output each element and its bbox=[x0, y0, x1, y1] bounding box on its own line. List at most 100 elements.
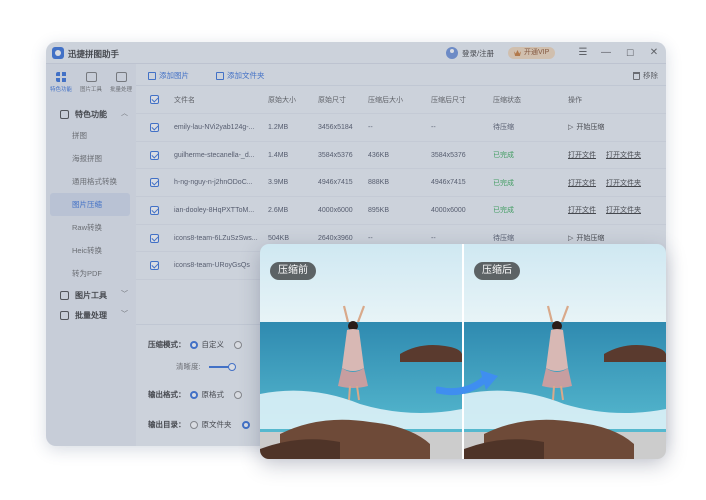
sidebar-item-raw[interactable]: Raw转换 bbox=[46, 216, 136, 239]
after-badge: 压缩后 bbox=[474, 262, 520, 280]
trash-icon bbox=[633, 71, 640, 80]
header-compressed-dims: 压缩后尺寸 bbox=[431, 96, 466, 104]
sidebar-item-heic[interactable]: Heic转换 bbox=[46, 239, 136, 262]
format-label: 输出格式： bbox=[148, 390, 186, 399]
top-nav: 特色功能 图片工具 批量处理 bbox=[46, 64, 136, 104]
row-checkbox[interactable] bbox=[150, 205, 159, 215]
after-pane: 压缩后 bbox=[464, 244, 666, 459]
user-icon bbox=[446, 47, 458, 59]
format-row: 输出格式： 原格式 bbox=[148, 389, 242, 400]
nav-label: 批量处理 bbox=[109, 87, 132, 93]
section-label: 批量处理 bbox=[75, 310, 107, 320]
sidebar-item-format-convert[interactable]: 通用格式转换 bbox=[46, 170, 136, 193]
row-checkbox[interactable] bbox=[150, 233, 159, 243]
header-original-dims: 原始尺寸 bbox=[318, 96, 346, 104]
cell-compressed-size: 436KB bbox=[368, 151, 390, 159]
table-row[interactable]: guilherme-stecanella-_d... 1.4MB 3584x5376… bbox=[136, 142, 666, 170]
sidebar-section-batch[interactable]: 批量处理 ﹀ bbox=[46, 305, 136, 325]
dir-original-label: 原文件夹 bbox=[201, 420, 232, 429]
sidebar-item-pdf[interactable]: 转为PDF bbox=[46, 262, 136, 285]
login-button[interactable]: 登录/注册 bbox=[446, 47, 494, 59]
format-other-radio[interactable] bbox=[234, 390, 242, 399]
header-original-size: 原始大小 bbox=[268, 96, 296, 104]
row-checkbox[interactable] bbox=[150, 122, 159, 132]
nav-label: 图片工具 bbox=[79, 87, 102, 93]
remove-button[interactable]: 移除 bbox=[633, 70, 658, 81]
table-row[interactable]: h-ng-nguy-n-j2hnODoC... 3.9MB 4946x7415 888… bbox=[136, 169, 666, 198]
row-checkbox[interactable] bbox=[150, 261, 159, 271]
cell-compressed-dims: 3584x5376 bbox=[431, 151, 466, 159]
minimize-icon[interactable]: — bbox=[599, 46, 613, 60]
add-folder-icon bbox=[216, 71, 224, 80]
image-icon bbox=[60, 290, 69, 300]
output-dir-label: 输出目录： bbox=[148, 420, 186, 429]
cell-original-dims: 4946x7415 bbox=[318, 179, 353, 187]
mode-custom-radio[interactable] bbox=[189, 340, 198, 349]
mode-row: 压缩模式： 自定义 bbox=[148, 339, 242, 350]
cell-original-dims: 3456x5184 bbox=[318, 123, 353, 131]
add-image-button[interactable]: 添加图片 bbox=[148, 70, 189, 81]
open-file-link[interactable]: 打开文件 bbox=[568, 142, 596, 169]
image-tool-icon bbox=[85, 72, 97, 82]
sidebar-section-featured[interactable]: 特色功能 ︿ bbox=[46, 104, 136, 124]
nav-image-tools[interactable]: 图片工具 bbox=[76, 64, 106, 104]
table-row[interactable]: ian-dooley-8HqPXTToM... 2.6MB 4000x6000 895… bbox=[136, 197, 666, 225]
table-header: 文件名 原始大小 原始尺寸 压缩后大小 压缩后尺寸 压缩状态 操作 bbox=[136, 86, 666, 114]
add-image-icon bbox=[148, 71, 156, 80]
nav-batch[interactable]: 批量处理 bbox=[106, 64, 136, 104]
add-folder-label: 添加文件夹 bbox=[227, 71, 265, 80]
sidebar-item-puzzle[interactable]: 拼图 bbox=[46, 124, 136, 147]
close-icon[interactable]: ✕ bbox=[647, 46, 661, 60]
start-compress-button[interactable]: ▷ 开始压缩 bbox=[568, 114, 604, 141]
open-folder-link[interactable]: 打开文件夹 bbox=[606, 169, 641, 196]
compare-card: 压缩前 压缩后 bbox=[260, 244, 666, 459]
batch-icon bbox=[60, 310, 69, 320]
header-compressed-size: 压缩后大小 bbox=[368, 96, 403, 104]
add-folder-button[interactable]: 添加文件夹 bbox=[216, 70, 265, 81]
sidebar-section-image-tools[interactable]: 图片工具 ﹀ bbox=[46, 285, 136, 305]
maximize-icon[interactable]: ☐ bbox=[623, 46, 637, 60]
sidebar-item-poster[interactable]: 海报拼图 bbox=[46, 147, 136, 170]
row-checkbox[interactable] bbox=[150, 150, 159, 160]
sidebar-item-compress[interactable]: 图片压缩 bbox=[50, 193, 130, 216]
cell-status: 已完成 bbox=[493, 179, 514, 187]
open-folder-link[interactable]: 打开文件夹 bbox=[606, 197, 641, 224]
dir-custom-radio[interactable] bbox=[241, 420, 250, 429]
cell-compressed-size: 895KB bbox=[368, 206, 390, 214]
output-dir-row: 输出目录： 原文件夹 bbox=[148, 419, 250, 430]
table-row[interactable]: emily-lau-NVi2yab124g-... 1.2MB 3456x5184 -… bbox=[136, 114, 666, 142]
arrow-right-icon bbox=[436, 370, 498, 396]
open-file-link[interactable]: 打开文件 bbox=[568, 197, 596, 224]
title-bar: 迅捷拼图助手 登录/注册 开通VIP ☰ — ☐ ✕ bbox=[46, 42, 666, 64]
open-folder-link[interactable]: 打开文件夹 bbox=[606, 142, 641, 169]
chevron-down-icon: ﹀ bbox=[121, 291, 128, 298]
format-original-label: 原格式 bbox=[201, 390, 225, 399]
dir-original-radio[interactable] bbox=[189, 420, 198, 429]
cell-filename: ian-dooley-8HqPXTToM... bbox=[174, 206, 255, 214]
clarity-slider[interactable] bbox=[208, 362, 236, 371]
header-actions: 操作 bbox=[568, 96, 582, 104]
play-icon: ▷ bbox=[568, 235, 574, 243]
open-file-link[interactable]: 打开文件 bbox=[568, 169, 596, 196]
nav-featured[interactable]: 特色功能 bbox=[46, 64, 76, 104]
app-title: 迅捷拼图助手 bbox=[68, 49, 120, 59]
cell-original-size: 3.9MB bbox=[268, 179, 289, 187]
nav-label: 特色功能 bbox=[49, 87, 72, 93]
select-all-checkbox[interactable] bbox=[150, 95, 159, 104]
format-original-radio[interactable] bbox=[189, 390, 198, 399]
toolbar: 添加图片 添加文件夹 移除 bbox=[136, 64, 666, 86]
cell-filename: emily-lau-NVi2yab124g-... bbox=[174, 123, 255, 131]
menu-icon[interactable]: ☰ bbox=[576, 46, 590, 60]
row-checkbox[interactable] bbox=[150, 178, 159, 188]
before-pane: 压缩前 bbox=[260, 244, 462, 459]
cell-original-dims: 4000x6000 bbox=[318, 206, 353, 214]
mode-other-radio[interactable] bbox=[234, 340, 242, 349]
grid-icon bbox=[60, 109, 69, 119]
vip-button[interactable]: 开通VIP bbox=[508, 47, 556, 59]
vip-label: 开通VIP bbox=[524, 49, 550, 56]
app-logo-icon bbox=[52, 47, 64, 59]
clarity-label: 清晰度: bbox=[176, 362, 201, 371]
batch-icon bbox=[115, 72, 127, 82]
cell-compressed-dims: 4946x7415 bbox=[431, 179, 466, 187]
cell-original-size: 2.6MB bbox=[268, 206, 289, 214]
